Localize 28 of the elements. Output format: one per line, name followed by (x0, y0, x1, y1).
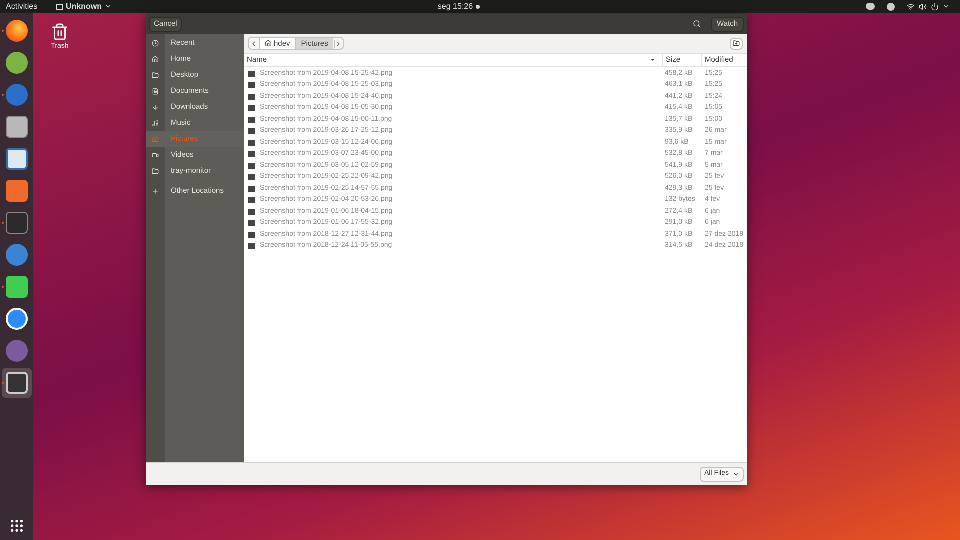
app-menu[interactable]: Unknown (56, 0, 112, 12)
caret-icon (733, 470, 740, 478)
music-note-icon (152, 120, 159, 126)
window-icon (56, 4, 63, 10)
activities-button[interactable]: Activities (6, 0, 50, 12)
camera-icon (152, 136, 159, 142)
clock-icon (152, 40, 159, 46)
trash-icon[interactable] (51, 23, 69, 41)
caret-icon (105, 3, 112, 10)
folder-icon (152, 72, 159, 78)
wifi-icon[interactable] (907, 2, 915, 10)
arrow-down-icon (152, 104, 159, 110)
power-icon[interactable] (931, 2, 939, 10)
app-grid-icon[interactable] (8, 518, 24, 534)
clock[interactable]: seg 15:26 (438, 0, 474, 12)
search-icon[interactable] (693, 20, 702, 28)
folder-icon (152, 168, 159, 174)
new-folder-button[interactable] (730, 38, 743, 50)
sort-arrow-icon (650, 57, 656, 63)
chevron-left-icon[interactable] (250, 40, 258, 48)
dock-item[interactable] (2, 368, 32, 398)
home-icon (265, 40, 272, 47)
home-icon (152, 56, 159, 62)
plus-icon (152, 188, 159, 194)
volume-icon[interactable] (919, 2, 927, 10)
caret-icon[interactable] (943, 3, 950, 10)
folder-plus-icon (733, 40, 740, 47)
chevron-right-icon[interactable] (334, 40, 342, 48)
